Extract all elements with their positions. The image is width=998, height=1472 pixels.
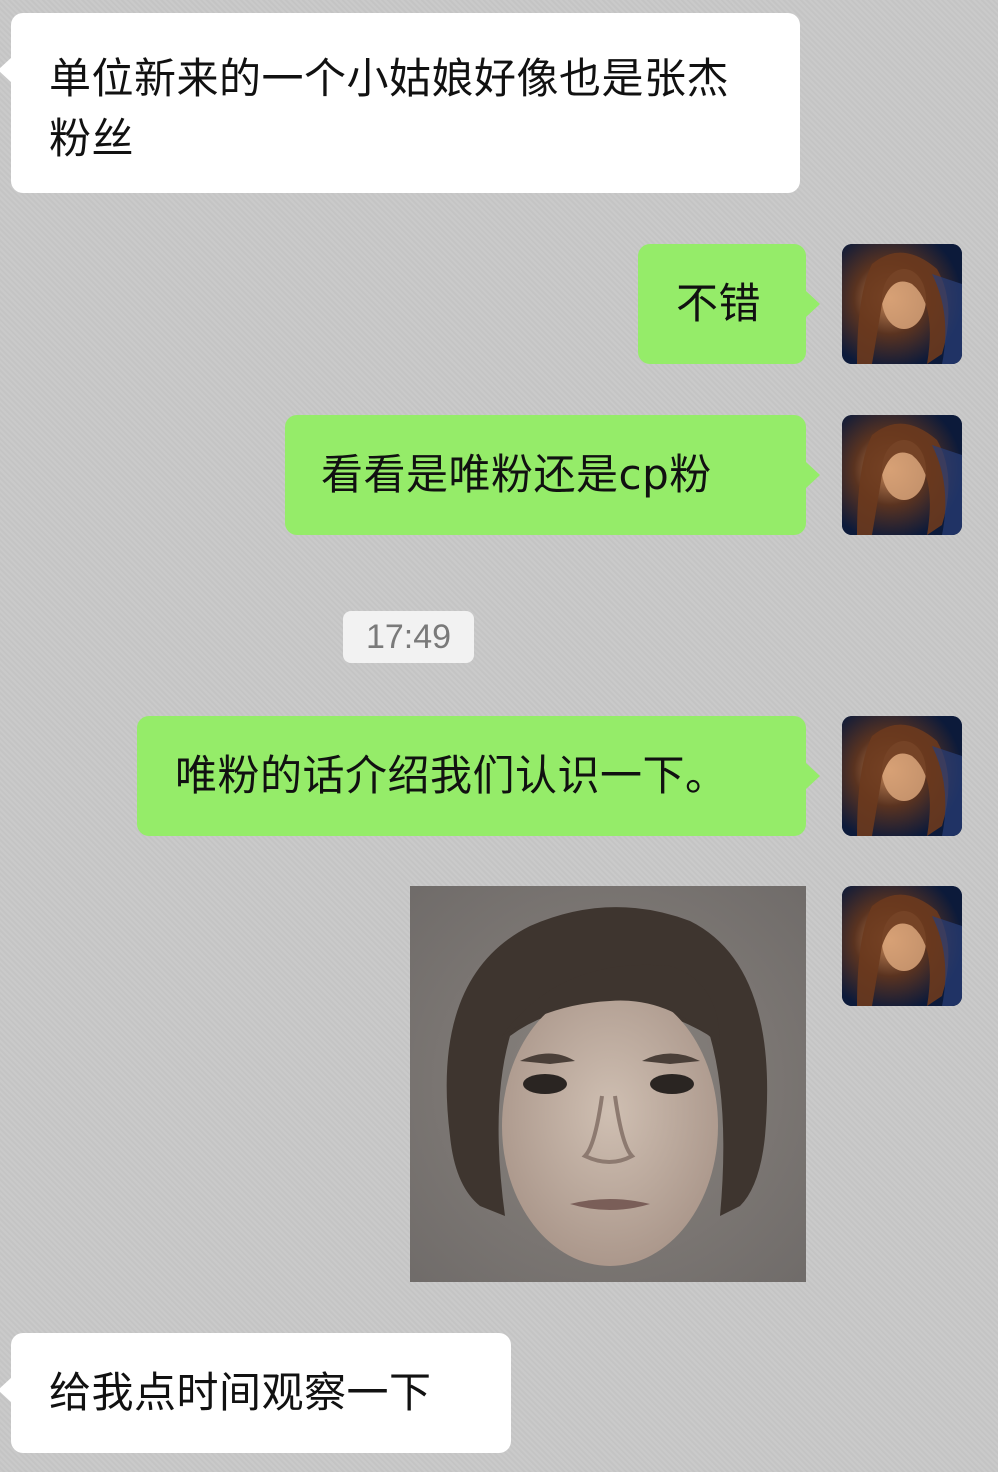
avatar-photo-icon (842, 244, 962, 364)
incoming-message-bubble[interactable]: 给我点时间观察一下 (0, 1333, 511, 1453)
avatar-photo-icon (842, 716, 962, 836)
outgoing-message-bubble[interactable]: 唯粉的话介绍我们认识一下。 (137, 716, 820, 836)
message-text: 给我点时间观察一下 (49, 1368, 432, 1417)
outgoing-message-bubble[interactable]: 不错 (638, 244, 820, 364)
avatar[interactable] (842, 244, 962, 364)
avatar-photo-icon (842, 415, 962, 535)
timestamp: 17:49 (343, 611, 474, 663)
outgoing-message-bubble[interactable]: 看看是唯粉还是cp粉 (285, 415, 820, 535)
message-text: 单位新来的一个小姑娘好像也是张杰粉丝 (49, 54, 730, 163)
chat-view: 单位新来的一个小姑娘好像也是张杰粉丝 不错 看看是唯粉还是cp粉 17:49 唯… (0, 0, 998, 1472)
face-photo-icon (410, 886, 806, 1282)
avatar[interactable] (842, 415, 962, 535)
image-message[interactable] (410, 886, 806, 1282)
avatar-photo-icon (842, 886, 962, 1006)
message-text: 不错 (676, 279, 762, 328)
avatar[interactable] (842, 886, 962, 1006)
incoming-message-bubble[interactable]: 单位新来的一个小姑娘好像也是张杰粉丝 (0, 13, 800, 193)
message-text: 看看是唯粉还是cp粉 (321, 450, 712, 499)
avatar[interactable] (842, 716, 962, 836)
message-text: 唯粉的话介绍我们认识一下。 (175, 751, 728, 800)
